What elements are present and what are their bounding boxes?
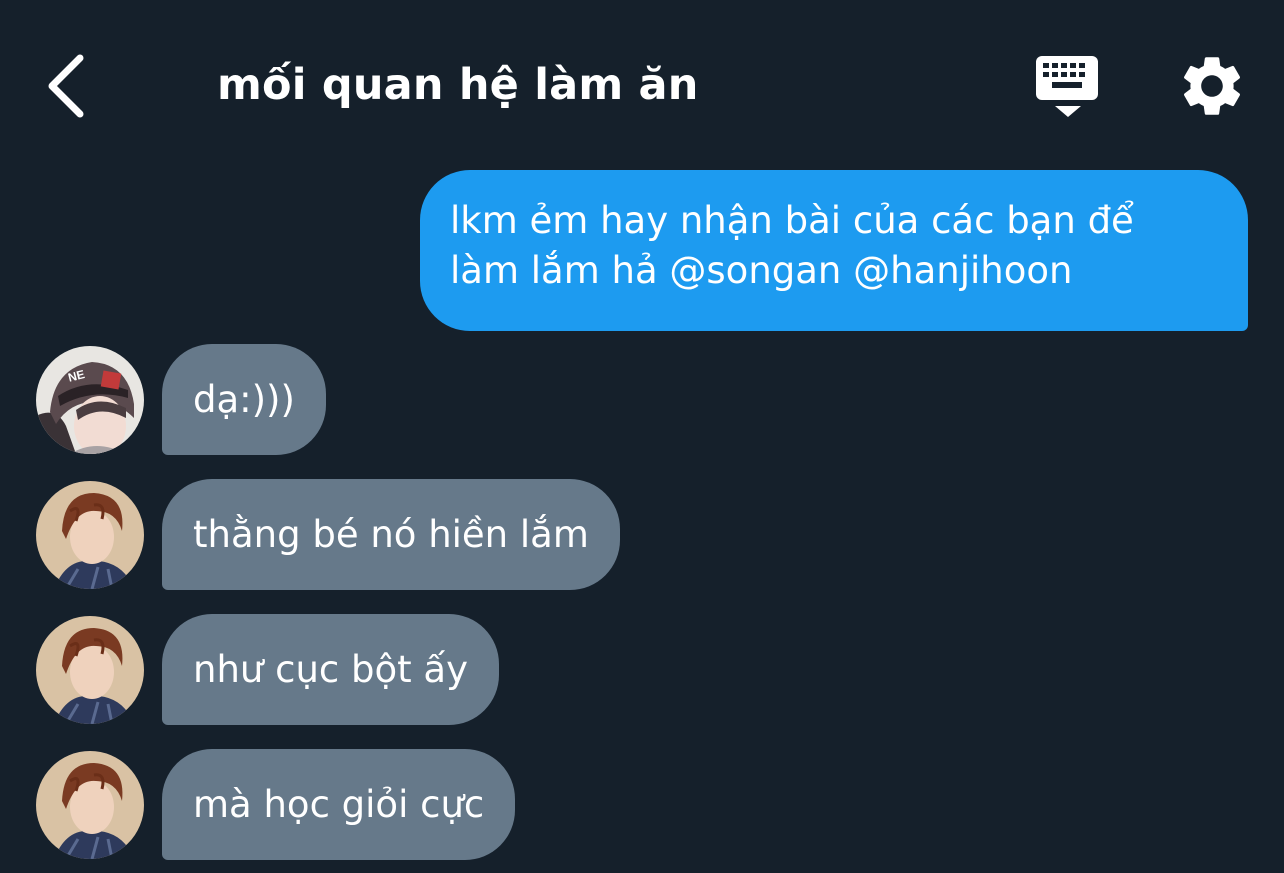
message-text-line: lkm ẻm hay nhận bài của các bạn để	[450, 199, 1134, 242]
settings-button[interactable]	[1176, 50, 1248, 122]
avatar-user-brown-hair	[36, 616, 144, 724]
outgoing-message-bubble[interactable]: lkm ẻm hay nhận bài của các bạn để làm l…	[420, 170, 1248, 331]
message-text: mà học giỏi cực	[193, 783, 485, 826]
message-text: dạ:)))	[193, 378, 295, 421]
conversation-title: mối quan hệ làm ăn	[217, 60, 699, 110]
back-button[interactable]	[36, 48, 96, 124]
incoming-message-bubble[interactable]: dạ:)))	[162, 344, 326, 455]
message-text-line: làm lắm hả @songan @hanjihoon	[450, 249, 1073, 292]
avatar-user-hat: NE	[36, 346, 144, 454]
avatar-user-brown-hair	[36, 751, 144, 859]
chat-header: mối quan hệ làm ăn	[0, 0, 1284, 160]
chevron-left-icon	[48, 54, 84, 118]
incoming-message-bubble[interactable]: mà học giỏi cực	[162, 749, 516, 860]
incoming-message-bubble[interactable]: như cục bột ấy	[162, 614, 499, 725]
avatar-user-brown-hair	[36, 481, 144, 589]
avatar[interactable]	[36, 751, 144, 859]
avatar[interactable]: NE	[36, 346, 144, 454]
avatar[interactable]	[36, 481, 144, 589]
gear-icon	[1183, 57, 1241, 115]
incoming-message-bubble[interactable]: thằng bé nó hiền lắm	[162, 479, 620, 590]
message-text: thằng bé nó hiền lắm	[193, 513, 589, 556]
keyboard-icon	[1036, 56, 1098, 117]
message-text: như cục bột ấy	[193, 648, 468, 691]
keyboard-toggle-button[interactable]	[1030, 50, 1106, 122]
avatar[interactable]	[36, 616, 144, 724]
